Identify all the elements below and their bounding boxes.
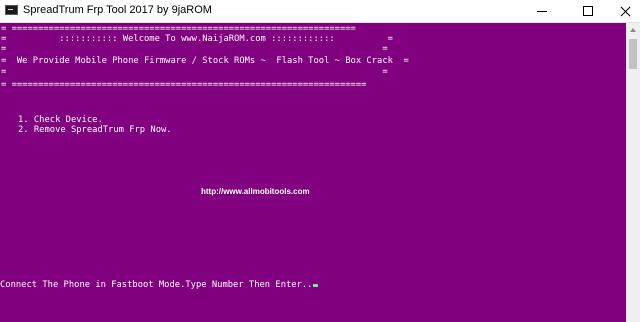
text-cursor [313, 284, 319, 287]
banner-blank-line: = = [1, 44, 388, 54]
maximize-button[interactable] [568, 0, 608, 22]
banner-services-line: = We Provide Mobile Phone Firmware / Sto… [1, 56, 409, 66]
minimize-icon [537, 10, 547, 12]
vertical-scrollbar[interactable] [626, 23, 640, 322]
close-button[interactable] [605, 0, 640, 22]
prompt-text: Connect The Phone in Fastboot Mode.Type … [0, 280, 313, 290]
scroll-thumb[interactable] [629, 39, 637, 69]
menu-option-remove-frp: 2. Remove SpreadTrum Frp Now. [18, 125, 172, 135]
chevron-up-icon [630, 28, 636, 32]
maximize-icon [583, 6, 593, 16]
console-output[interactable]: = ======================================… [0, 23, 626, 322]
banner-blank-line: = = [1, 67, 388, 77]
minimize-button[interactable] [522, 0, 562, 22]
banner-welcome-line: = ::::::::::: Welcome To www.NaijaROM.co… [1, 34, 393, 44]
window-title: SpreadTrum Frp Tool 2017 by 9jaROM [23, 4, 212, 16]
console-window: SpreadTrum Frp Tool 2017 by 9jaROM = ===… [0, 0, 640, 322]
banner-border-top: = ======================================… [1, 24, 356, 34]
console-icon [5, 5, 18, 15]
menu-option-check-device: 1. Check Device. [18, 115, 103, 125]
title-bar[interactable]: SpreadTrum Frp Tool 2017 by 9jaROM [0, 0, 640, 23]
banner-border-bottom: = ======================================… [1, 80, 367, 90]
close-icon [620, 6, 631, 17]
prompt-line[interactable]: Connect The Phone in Fastboot Mode.Type … [0, 280, 319, 290]
watermark-url: http://www.allmobitools.com [201, 187, 310, 196]
scroll-up-button[interactable] [626, 23, 640, 37]
